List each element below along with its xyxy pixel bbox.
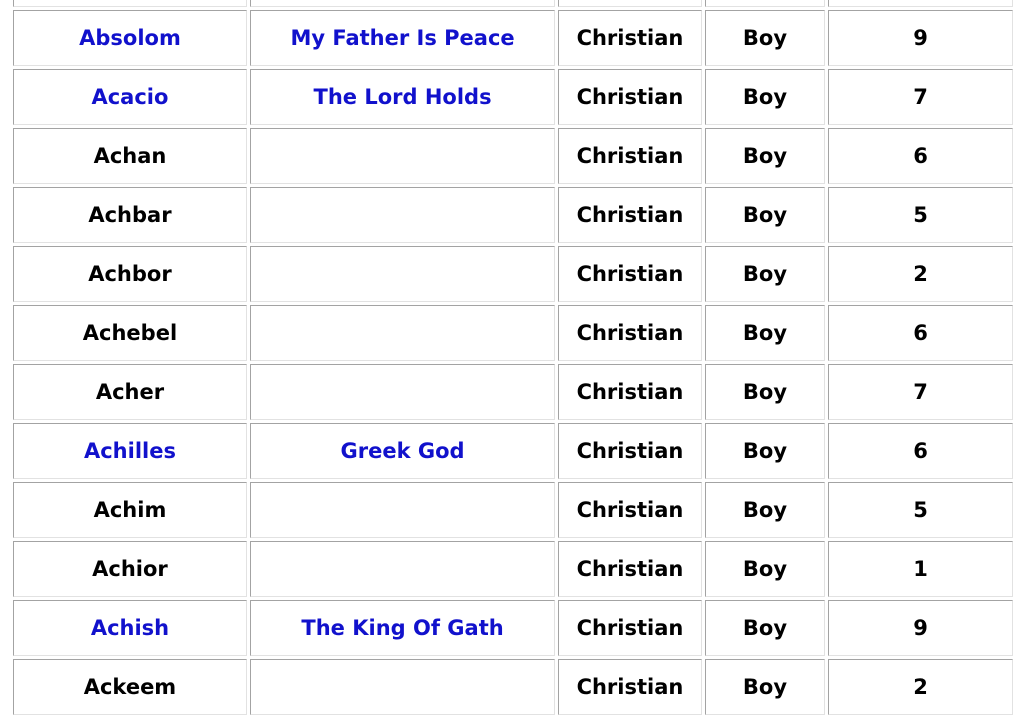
table-row: Achebel Christian Boy 6 [13,305,1013,361]
name-cell: Achbar [13,187,247,243]
name-cell: Achim [13,482,247,538]
number-cell: 9 [828,600,1013,656]
names-table-body: Absolom My Father Is Peace Christian Boy… [13,0,1013,715]
meaning-cell [249,482,556,538]
meaning-link[interactable]: Greek God [249,423,556,479]
origin-cell: Christian [558,128,702,184]
number-cell: 6 [828,305,1013,361]
name-link[interactable]: Achilles [13,423,247,479]
number-cell: 2 [828,659,1013,715]
gender-cell: Boy [704,482,826,538]
name-cell [13,0,247,7]
gender-cell: Boy [704,305,826,361]
meaning-cell [249,246,556,302]
origin-cell [558,0,702,7]
table-row: Achan Christian Boy 6 [13,128,1013,184]
name-cell: Ackeem [13,659,247,715]
table-row: Achbor Christian Boy 2 [13,246,1013,302]
names-table: Absolom My Father Is Peace Christian Boy… [10,0,1016,718]
origin-cell: Christian [558,600,702,656]
page-viewport: Absolom My Father Is Peace Christian Boy… [0,0,1024,720]
meaning-cell [249,0,556,7]
table-row: Ackeem Christian Boy 2 [13,659,1013,715]
table-row: Achilles Greek God Christian Boy 6 [13,423,1013,479]
gender-cell: Boy [704,10,826,66]
number-cell: 6 [828,423,1013,479]
table-row [13,0,1013,7]
table-row: Achish The King Of Gath Christian Boy 9 [13,600,1013,656]
table-row: Absolom My Father Is Peace Christian Boy… [13,10,1013,66]
origin-cell: Christian [558,541,702,597]
number-cell: 1 [828,541,1013,597]
meaning-cell [249,305,556,361]
name-link[interactable]: Achish [13,600,247,656]
origin-cell: Christian [558,246,702,302]
meaning-cell [249,541,556,597]
number-cell: 6 [828,128,1013,184]
gender-cell [704,0,826,7]
number-cell: 2 [828,246,1013,302]
origin-cell: Christian [558,187,702,243]
meaning-link[interactable]: The Lord Holds [249,69,556,125]
table-row: Acher Christian Boy 7 [13,364,1013,420]
name-link[interactable]: Acacio [13,69,247,125]
gender-cell: Boy [704,69,826,125]
gender-cell: Boy [704,659,826,715]
number-cell: 7 [828,69,1013,125]
origin-cell: Christian [558,423,702,479]
name-link[interactable]: Absolom [13,10,247,66]
name-cell: Achbor [13,246,247,302]
name-cell: Achebel [13,305,247,361]
number-cell: 5 [828,482,1013,538]
meaning-cell [249,364,556,420]
gender-cell: Boy [704,364,826,420]
gender-cell: Boy [704,541,826,597]
gender-cell: Boy [704,187,826,243]
origin-cell: Christian [558,305,702,361]
origin-cell: Christian [558,10,702,66]
origin-cell: Christian [558,659,702,715]
gender-cell: Boy [704,423,826,479]
name-cell: Achior [13,541,247,597]
name-cell: Acher [13,364,247,420]
meaning-cell [249,128,556,184]
meaning-cell [249,659,556,715]
meaning-cell [249,187,556,243]
name-cell: Achan [13,128,247,184]
origin-cell: Christian [558,482,702,538]
number-cell [828,0,1013,7]
table-row: Achior Christian Boy 1 [13,541,1013,597]
number-cell: 9 [828,10,1013,66]
number-cell: 7 [828,364,1013,420]
meaning-link[interactable]: The King Of Gath [249,600,556,656]
meaning-link[interactable]: My Father Is Peace [249,10,556,66]
table-row: Achim Christian Boy 5 [13,482,1013,538]
origin-cell: Christian [558,69,702,125]
gender-cell: Boy [704,246,826,302]
table-row: Acacio The Lord Holds Christian Boy 7 [13,69,1013,125]
table-row: Achbar Christian Boy 5 [13,187,1013,243]
number-cell: 5 [828,187,1013,243]
gender-cell: Boy [704,600,826,656]
origin-cell: Christian [558,364,702,420]
gender-cell: Boy [704,128,826,184]
